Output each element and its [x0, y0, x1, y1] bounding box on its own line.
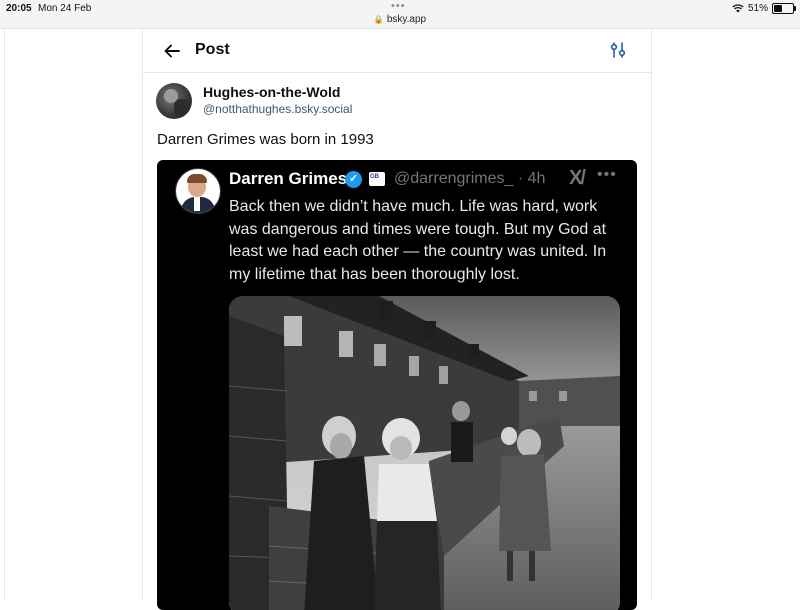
affiliation-badge-icon: GB: [369, 172, 385, 186]
page-title: Post: [195, 41, 230, 58]
post-image-embed[interactable]: Darren Grimes ✓ GB @darrengrimes_ · 4h X…: [157, 160, 637, 610]
grok-logo-icon: X/: [569, 167, 586, 189]
tweet-author-name: Darren Grimes: [229, 169, 348, 188]
battery-icon: [772, 3, 796, 14]
tweet-author-avatar: [175, 168, 221, 214]
address-bar[interactable]: 🔒 bsky.app: [0, 14, 800, 25]
tweet-text: Back then we didn’t have much. Life was …: [229, 198, 607, 283]
lock-icon: 🔒: [373, 15, 384, 24]
address-url: bsky.app: [386, 14, 427, 25]
verified-badge-icon: ✓: [345, 171, 362, 188]
status-bar: 20:05 Mon 24 Feb ••• 🔒 bsky.app 51%: [0, 0, 800, 29]
back-arrow-icon[interactable]: [162, 41, 182, 61]
multitask-dots-icon[interactable]: •••: [391, 0, 406, 12]
tweet-photo: [229, 296, 620, 610]
post-thread-column: Post Hughes-on-the-Wold @notthathughes.b…: [142, 29, 652, 610]
status-indicators: 51%: [732, 3, 796, 14]
author-handle[interactable]: @notthathughes.bsky.social: [203, 102, 352, 116]
author-avatar[interactable]: [156, 83, 192, 119]
post-text: Darren Grimes was born in 1993: [157, 131, 374, 148]
thread-settings-icon[interactable]: [609, 41, 627, 59]
author-name[interactable]: Hughes-on-the-Wold: [203, 84, 340, 100]
battery-fill: [774, 5, 782, 12]
more-options-icon: •••: [597, 166, 617, 183]
wifi-icon: [732, 4, 744, 13]
street-scene-photo: [229, 296, 620, 610]
affiliation-badge-text: GB: [370, 174, 379, 180]
battery-percent: 51%: [747, 3, 768, 14]
post-header: Post: [143, 29, 651, 73]
status-time: 20:05: [6, 3, 32, 14]
tweet-handle-time: @darrengrimes_ · 4h: [394, 170, 546, 187]
left-divider: [4, 29, 5, 600]
status-date: Mon 24 Feb: [38, 3, 92, 14]
